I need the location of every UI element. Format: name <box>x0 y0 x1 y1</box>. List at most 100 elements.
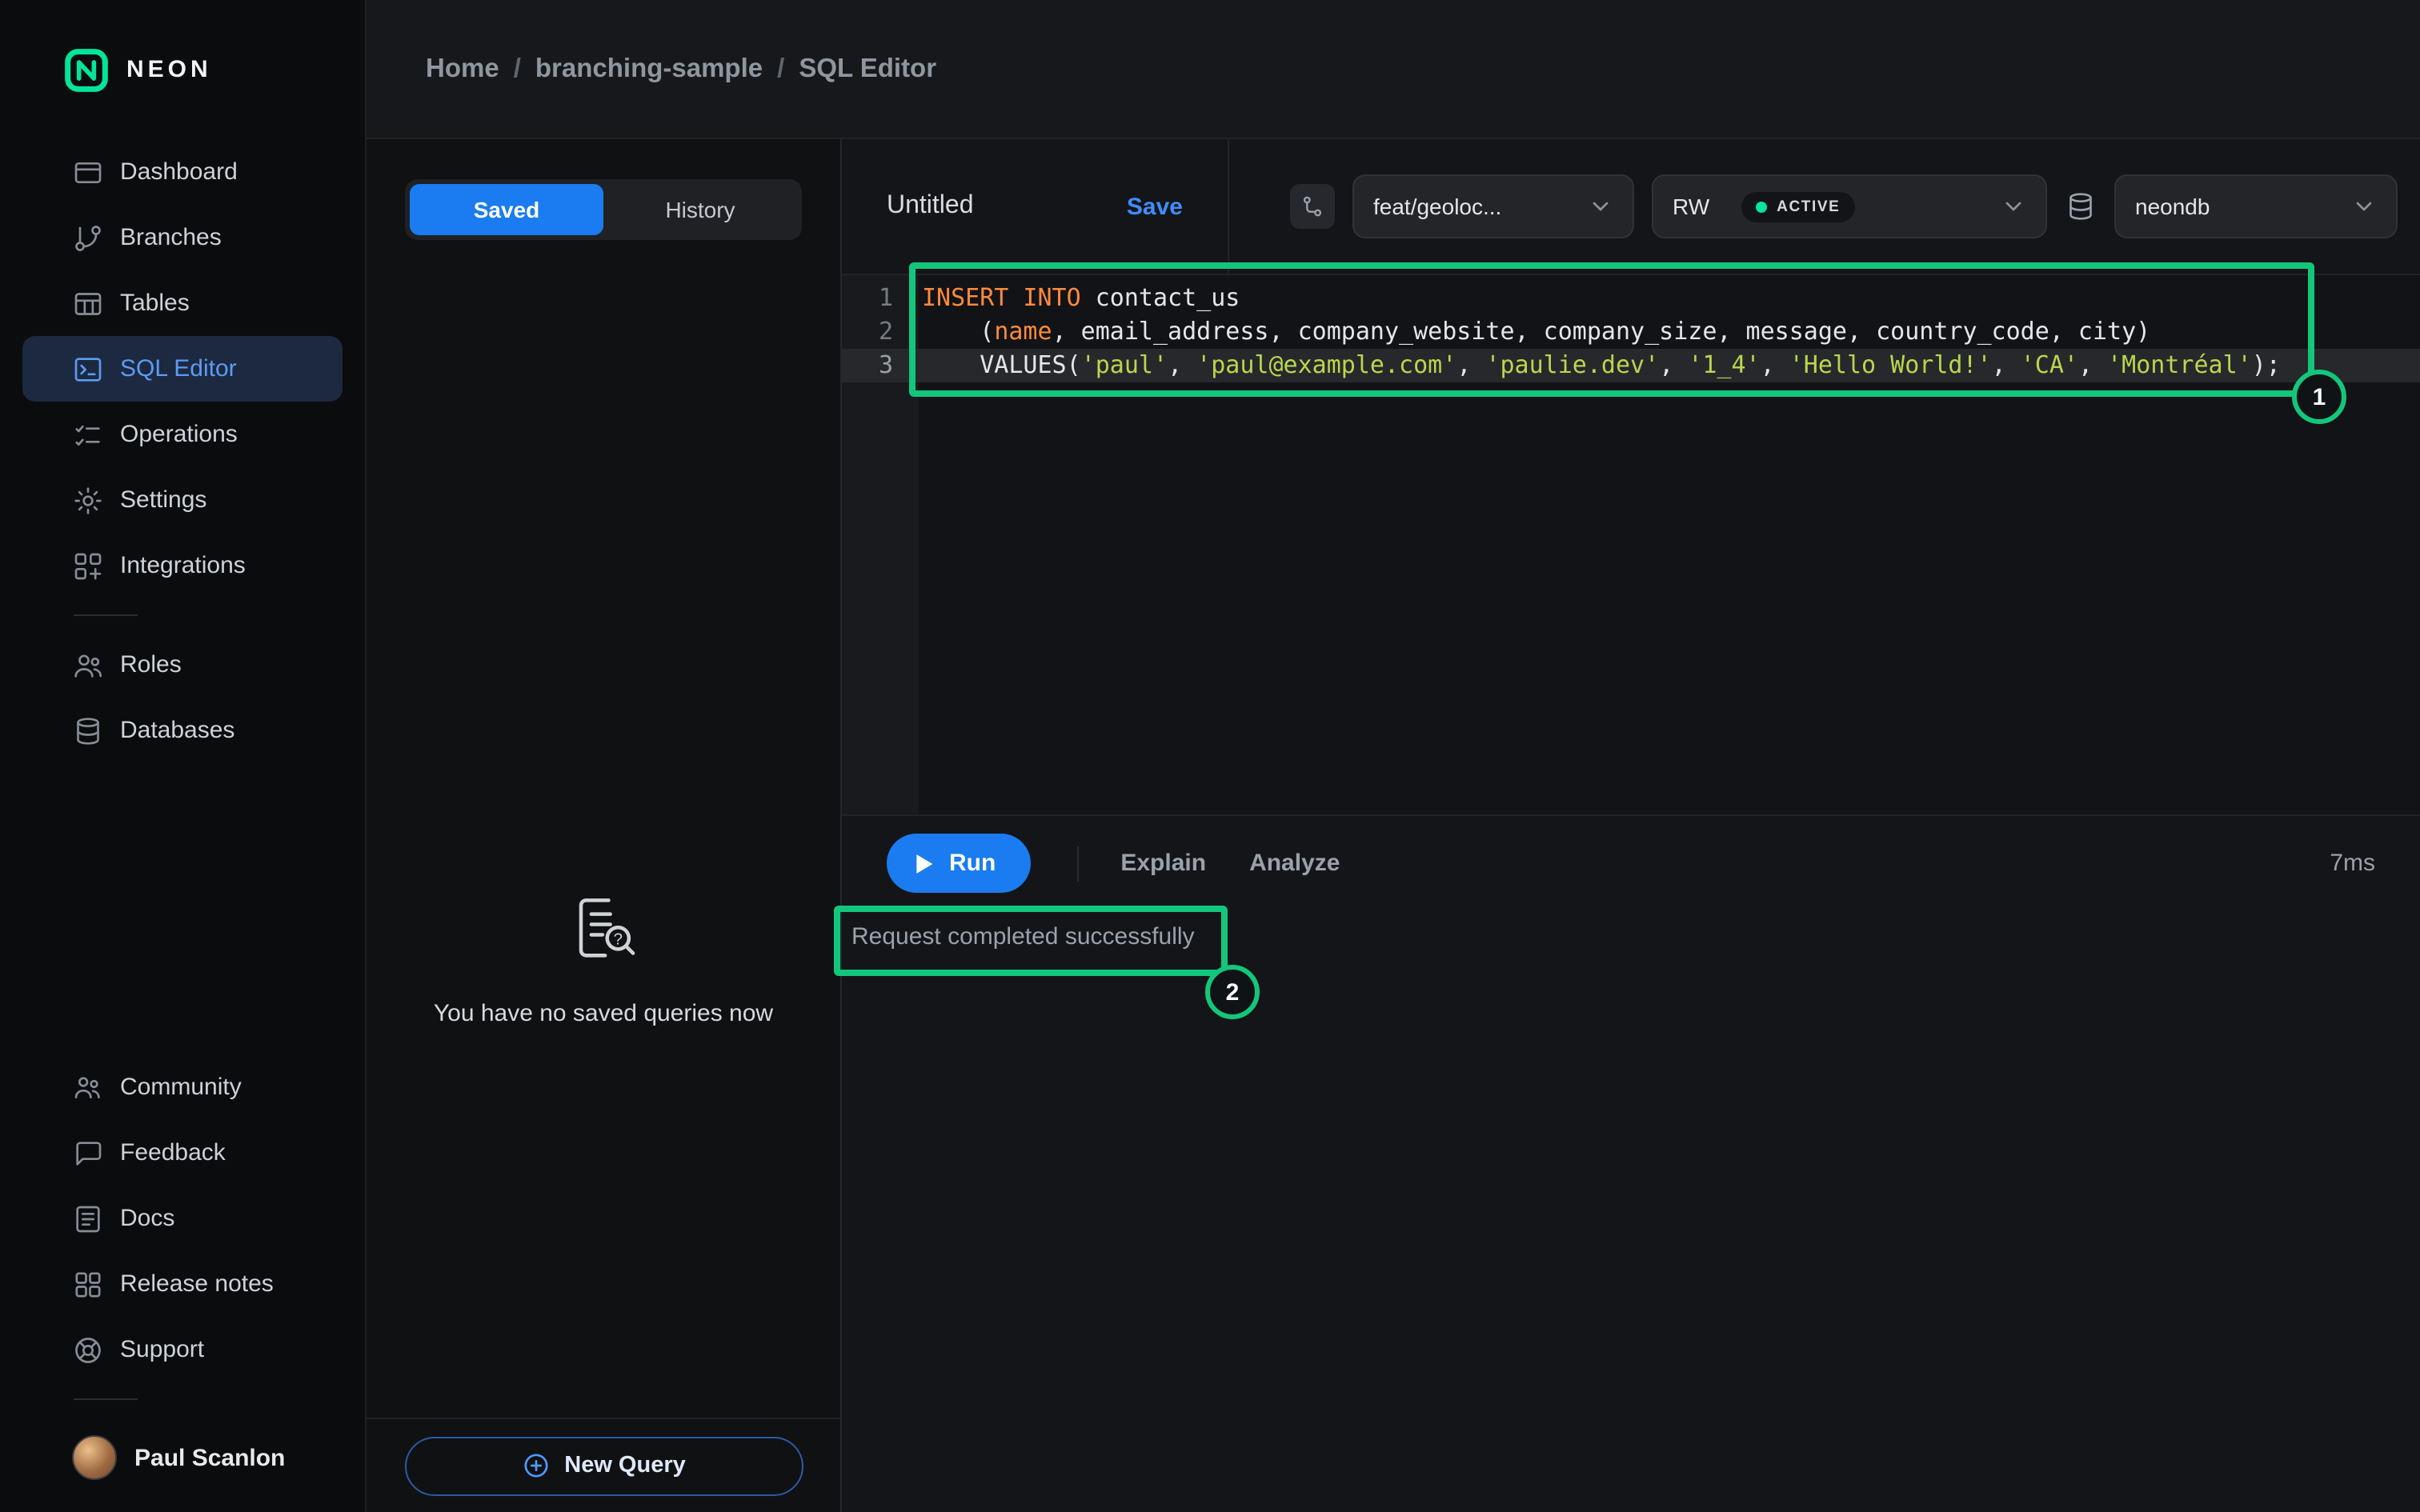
new-query-label: New Query <box>564 1453 686 1478</box>
saved-queries-panel: Saved History ? You have no saved querie <box>367 139 842 1512</box>
plus-circle-icon <box>521 1451 550 1480</box>
sidebar-item-label: Tables <box>120 290 190 317</box>
sidebar-item-label: Community <box>120 1074 242 1101</box>
code-editor[interactable]: 1INSERT INTO contact_us2 (name, email_ad… <box>842 275 2420 814</box>
new-query-button[interactable]: New Query <box>404 1436 803 1495</box>
user-menu[interactable]: Paul Scanlon <box>22 1416 343 1499</box>
sidebar-divider <box>74 1398 138 1400</box>
sidebar-item-dashboard[interactable]: Dashboard <box>22 139 343 205</box>
sidebar-item-release-notes[interactable]: Release notes <box>22 1251 343 1317</box>
neon-logo-icon <box>64 47 109 92</box>
tab-history[interactable]: History <box>603 184 797 235</box>
brand-name: NEON <box>126 56 212 83</box>
run-label: Run <box>949 850 996 877</box>
database-select[interactable]: neondb <box>2114 174 2398 238</box>
sidebar-item-feedback[interactable]: Feedback <box>22 1120 343 1186</box>
chevron-down-icon <box>2001 194 2026 219</box>
sidebar-item-label: Docs <box>120 1205 174 1232</box>
sidebar-item-label: Support <box>120 1336 204 1363</box>
breadcrumb-project[interactable]: branching-sample <box>535 54 763 84</box>
empty-state-text: You have no saved queries now <box>434 1000 773 1027</box>
database-select-value: neondb <box>2135 194 2210 219</box>
sidebar-item-support[interactable]: Support <box>22 1317 343 1382</box>
active-dot-icon <box>1756 201 1767 212</box>
line-number: 3 <box>842 349 919 382</box>
content-region: Home / branching-sample / SQL Editor Sav… <box>367 0 2420 1512</box>
compute-endpoint-select[interactable]: RW ACTIVE <box>1652 174 2047 238</box>
chevron-down-icon <box>1588 194 1613 219</box>
query-title-group: Untitled Save <box>842 139 1229 274</box>
breadcrumb: Home / branching-sample / SQL Editor <box>367 0 2420 139</box>
settings-icon <box>72 484 104 516</box>
query-title[interactable]: Untitled <box>887 192 974 221</box>
database-icon <box>2065 190 2097 222</box>
integrations-icon <box>72 550 104 582</box>
play-icon <box>914 852 935 874</box>
breadcrumb-separator: / <box>514 54 521 84</box>
run-button[interactable]: Run <box>887 834 1031 893</box>
result-message: Request completed successfully <box>851 915 1195 960</box>
branch-select-value: feat/geoloc... <box>1373 194 1501 219</box>
tables-icon <box>72 287 104 319</box>
sidebar-item-label: Databases <box>120 717 234 744</box>
release-notes-icon <box>72 1268 104 1300</box>
code-text: (name, email_address, company_website, c… <box>919 315 2150 349</box>
sidebar-item-label: Roles <box>120 651 182 678</box>
sidebar-item-settings[interactable]: Settings <box>22 467 343 533</box>
sidebar-item-roles[interactable]: Roles <box>22 632 343 698</box>
chevron-down-icon <box>2351 194 2377 219</box>
code-line[interactable]: 3 VALUES('paul', 'paul@example.com', 'pa… <box>842 349 2420 382</box>
support-icon <box>72 1334 104 1366</box>
sidebar-item-label: Release notes <box>120 1270 274 1298</box>
analyze-button[interactable]: Analyze <box>1249 850 1340 877</box>
sidebar: NEON Dashboard Branches Tables <box>0 0 367 1512</box>
sidebar-item-tables[interactable]: Tables <box>22 270 343 336</box>
branch-select[interactable]: feat/geoloc... <box>1352 174 1634 238</box>
operations-icon <box>72 418 104 450</box>
sidebar-item-label: SQL Editor <box>120 355 237 382</box>
sidebar-spacer <box>0 763 365 1054</box>
body-row: Saved History ? You have no saved querie <box>367 139 2420 1512</box>
line-number: 1 <box>842 282 919 315</box>
sidebar-item-databases[interactable]: Databases <box>22 698 343 763</box>
sidebar-item-label: Dashboard <box>120 158 238 186</box>
logo[interactable]: NEON <box>0 0 365 139</box>
sidebar-item-docs[interactable]: Docs <box>22 1186 343 1251</box>
code-line[interactable]: 1INSERT INTO contact_us <box>842 282 2420 315</box>
explain-button[interactable]: Explain <box>1120 850 1206 877</box>
sidebar-item-community[interactable]: Community <box>22 1054 343 1120</box>
save-button[interactable]: Save <box>1127 193 1183 220</box>
empty-state: ? You have no saved queries now <box>367 885 840 1027</box>
sidebar-item-operations[interactable]: Operations <box>22 402 343 467</box>
status-badge-label: ACTIVE <box>1777 198 1840 215</box>
sidebar-item-integrations[interactable]: Integrations <box>22 533 343 598</box>
actions-divider <box>1077 846 1079 881</box>
breadcrumb-separator: / <box>777 54 784 84</box>
code-line[interactable]: 2 (name, email_address, company_website,… <box>842 315 2420 349</box>
breadcrumb-home[interactable]: Home <box>426 54 499 84</box>
results-area: Request completed successfully <box>842 910 2420 1512</box>
docs-icon <box>72 1202 104 1234</box>
sidebar-item-label: Branches <box>120 224 222 251</box>
line-number: 2 <box>842 315 919 349</box>
sql-editor-main: Untitled Save feat/geoloc... <box>842 139 2420 1512</box>
queries-tabs: Saved History <box>405 179 802 240</box>
sidebar-item-sql-editor[interactable]: SQL Editor <box>22 336 343 402</box>
endpoint-value: RW <box>1673 194 1709 219</box>
sidebar-item-label: Integrations <box>120 552 246 579</box>
sidebar-item-label: Operations <box>120 421 238 448</box>
panel-footer: New Query <box>367 1418 840 1512</box>
databases-icon <box>72 714 104 746</box>
editor-header: Untitled Save feat/geoloc... <box>842 139 2420 275</box>
user-name: Paul Scanlon <box>134 1444 285 1471</box>
branch-compare-button[interactable] <box>1290 184 1335 229</box>
branches-icon <box>72 222 104 254</box>
sidebar-item-branches[interactable]: Branches <box>22 205 343 270</box>
code-lines: 1INSERT INTO contact_us2 (name, email_ad… <box>842 282 2420 382</box>
query-duration: 7ms <box>2330 850 2375 877</box>
tab-saved[interactable]: Saved <box>410 184 603 235</box>
status-badge: ACTIVE <box>1741 191 1854 222</box>
document-search-icon: ? <box>559 885 648 974</box>
code-text: VALUES('paul', 'paul@example.com', 'paul… <box>919 349 2281 382</box>
community-icon <box>72 1071 104 1103</box>
